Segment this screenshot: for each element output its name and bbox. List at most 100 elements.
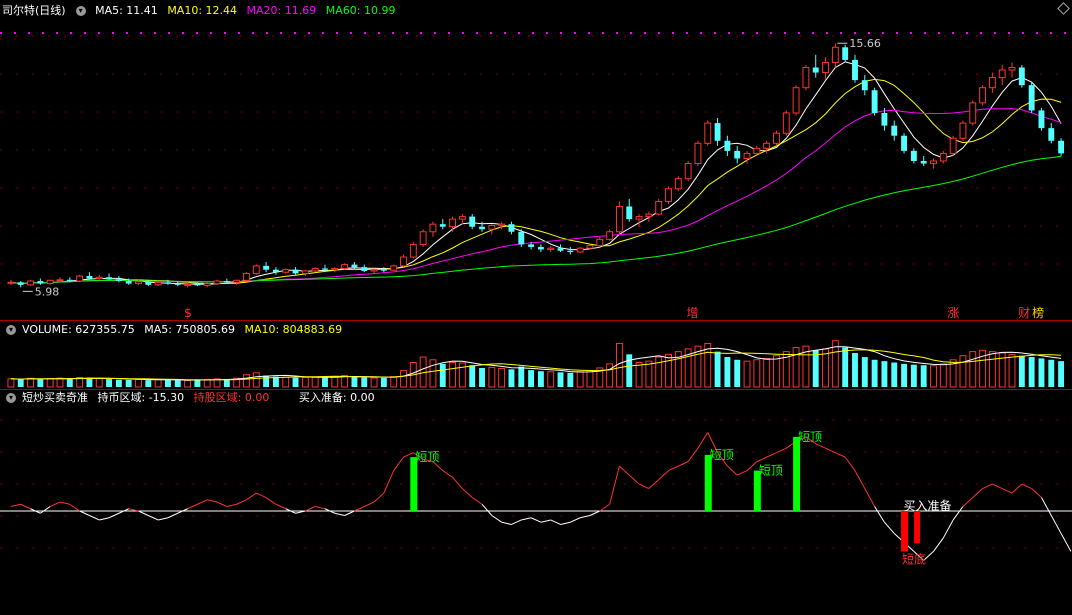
volume-bar — [272, 376, 279, 387]
indicator-line-segment — [403, 452, 414, 458]
candle-body — [704, 122, 712, 144]
candle-body — [203, 283, 211, 286]
volume-bar — [351, 376, 358, 387]
indicator-line-segment — [992, 483, 1003, 490]
indicator-line-segment — [187, 503, 198, 510]
volume-bar — [920, 365, 927, 387]
candle-body — [763, 142, 771, 149]
volume-bar — [56, 377, 64, 388]
indicator-line-segment — [1011, 483, 1023, 494]
volume-bar — [322, 377, 328, 387]
indicator-line-segment — [599, 503, 610, 512]
candle-body — [449, 218, 457, 228]
volume-bar — [1048, 359, 1055, 387]
indicator-line-segment — [1060, 533, 1072, 552]
volume-bar — [449, 362, 457, 388]
candle-body — [988, 77, 996, 89]
indicator-line-segment — [1031, 488, 1042, 498]
candle-body — [665, 188, 672, 202]
candle-body — [920, 161, 927, 164]
indicator-line-segment — [1041, 497, 1052, 516]
indicator-line-segment — [756, 456, 767, 463]
candle-body — [773, 132, 780, 144]
candle-body — [861, 80, 868, 91]
indicator-line-segment — [835, 452, 846, 458]
volume-bar — [370, 377, 378, 388]
candle-body — [301, 270, 309, 274]
volume-bar — [331, 376, 339, 388]
candle-body — [714, 123, 721, 141]
volume-bar — [46, 378, 54, 388]
indicator-line-segment — [364, 501, 375, 507]
indicator-line-segment — [265, 497, 277, 505]
volume-bar — [881, 361, 888, 387]
volume-bar — [498, 367, 506, 388]
candle-body — [165, 282, 171, 284]
indicator-line-segment — [393, 456, 404, 471]
volume-bar — [292, 377, 299, 387]
short-top-label: 短顶 — [759, 464, 783, 478]
volume-bar — [439, 363, 446, 387]
candle-body — [802, 66, 810, 89]
indicator-line-segment — [864, 488, 876, 507]
indicator-line-segment — [687, 447, 699, 462]
volume-bar — [1008, 353, 1016, 388]
short-top-label: 短顶 — [710, 448, 734, 462]
candle-body — [439, 224, 446, 227]
indicator-line-segment — [550, 519, 561, 525]
volume-bar — [66, 378, 73, 387]
indicator-line-segment — [825, 447, 836, 454]
indicator-line-segment — [982, 483, 993, 490]
volume-bar — [518, 366, 525, 387]
candle-body — [812, 67, 819, 73]
candle-body — [1058, 140, 1065, 154]
volume-bar — [301, 376, 309, 388]
volume-bar — [576, 371, 584, 388]
volume-bar — [400, 370, 407, 388]
candle-body — [341, 264, 349, 269]
indicator-line-segment — [736, 470, 748, 476]
volume-bar — [27, 377, 34, 388]
candle-body — [518, 231, 525, 245]
event-marker: $ — [184, 306, 192, 320]
volume-bar — [724, 357, 731, 387]
candle-body — [979, 87, 987, 104]
candle-body — [822, 61, 829, 74]
candle-body — [684, 163, 692, 180]
volume-bar — [635, 362, 643, 388]
candle-body — [910, 150, 917, 161]
indicator-line-segment — [972, 488, 983, 498]
indicator-line-segment — [108, 512, 120, 519]
indicator-line-segment — [59, 501, 70, 505]
candle-body — [969, 102, 977, 124]
candle-body — [56, 279, 64, 282]
indicator-line-segment — [462, 488, 473, 498]
indicator-line-segment — [746, 461, 758, 471]
volume-bar — [763, 357, 771, 388]
volume-bar — [311, 376, 319, 388]
candle-body — [508, 224, 515, 232]
chart-canvas[interactable]: 15.665.98$ 增涨财榜短顶 短顶短顶短顶短底买入准备 — [0, 0, 1072, 615]
indicator-line-segment — [678, 461, 689, 467]
candle-body — [949, 137, 957, 154]
volume-bar — [115, 379, 122, 387]
volume-bar — [223, 379, 230, 387]
ma5-line — [10, 61, 1062, 285]
volume-bar — [734, 359, 741, 387]
candle-body — [901, 135, 907, 151]
volume-bar — [891, 362, 898, 387]
candle-body — [194, 284, 201, 286]
volume-bar — [252, 372, 260, 388]
price-low-label: 5.98 — [35, 285, 60, 298]
volume-bar — [792, 347, 800, 388]
volume-bar — [547, 371, 555, 388]
volume-bar — [714, 351, 721, 387]
candle-body — [831, 46, 839, 63]
volume-bar — [135, 378, 142, 388]
indicator-line-segment — [884, 521, 895, 534]
candle-body — [95, 276, 103, 280]
indicator-line-segment — [158, 517, 169, 521]
volume-bar — [743, 360, 751, 388]
candle-body — [213, 280, 221, 285]
volume-bar — [488, 366, 496, 388]
